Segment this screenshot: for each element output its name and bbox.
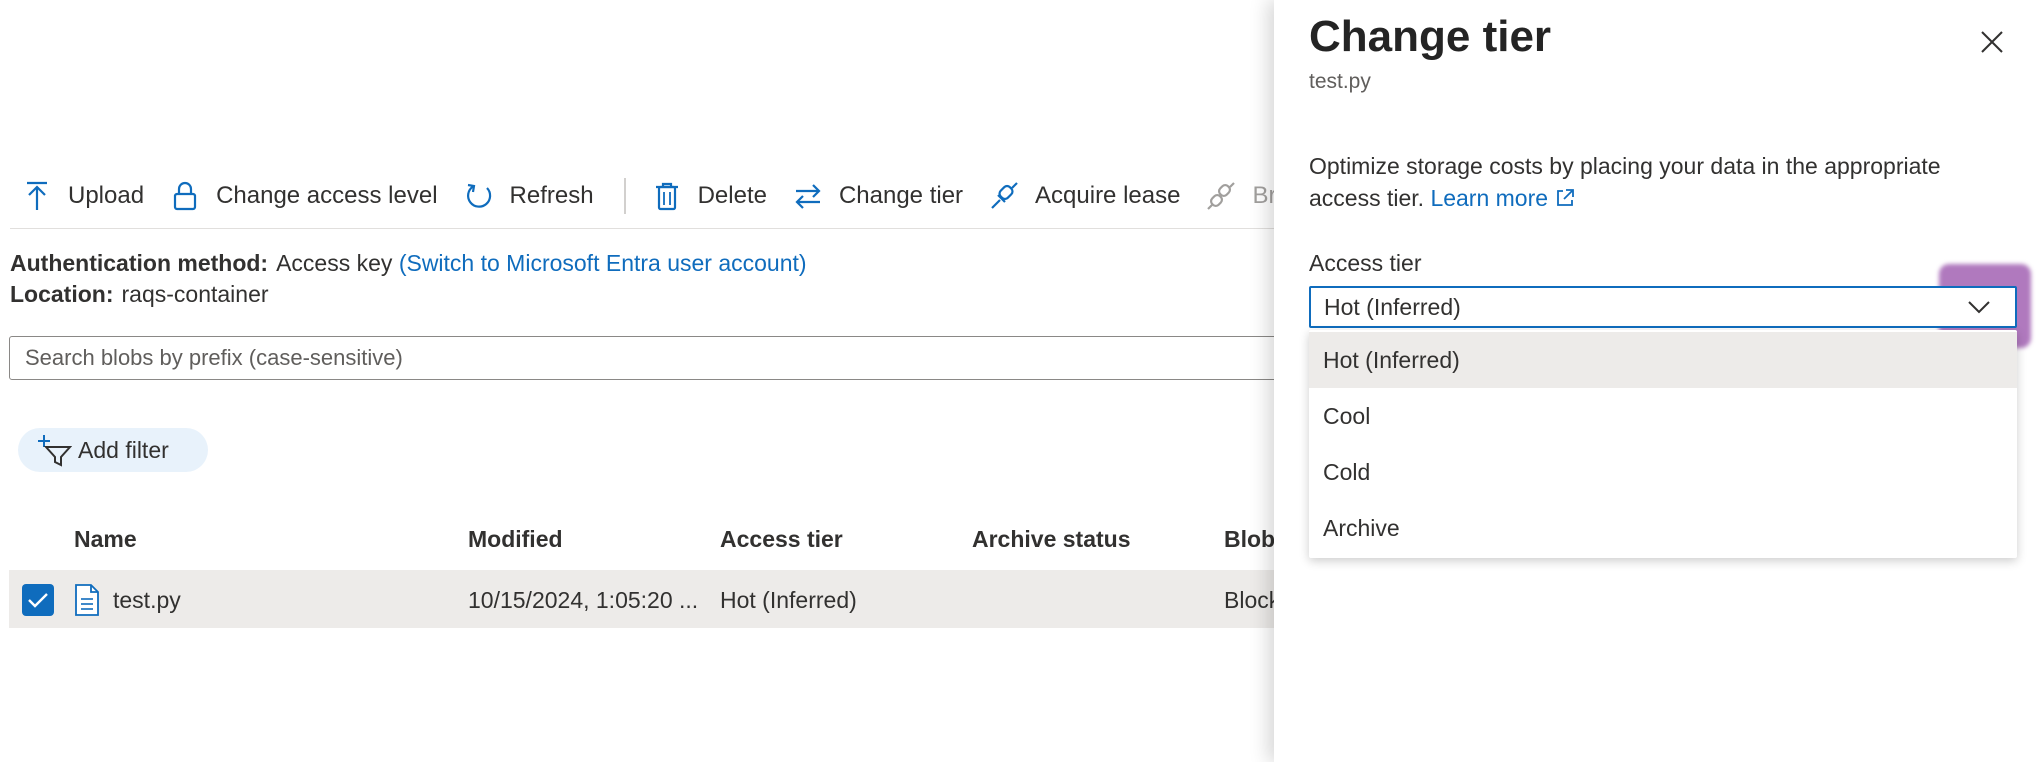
change-tier-label: Change tier [838, 182, 964, 209]
acquire-lease-button[interactable]: Acquire lease [977, 170, 1194, 222]
upload-icon [22, 181, 52, 211]
cell-name[interactable]: test.py [113, 587, 181, 614]
broken-link-icon [1206, 181, 1236, 211]
switch-auth-link[interactable]: (Switch to Microsoft Entra user account) [399, 250, 807, 276]
option-cold[interactable]: Cold [1309, 444, 2017, 500]
document-icon [74, 584, 100, 616]
upload-label: Upload [68, 182, 145, 209]
cell-blob-type: Block [1224, 587, 1274, 613]
column-header-access-tier[interactable]: Access tier [720, 526, 843, 553]
break-lease-button[interactable]: Break [1194, 170, 1274, 222]
change-access-level-button[interactable]: Change access level [158, 170, 451, 222]
close-button[interactable] [1974, 24, 2010, 60]
learn-more-label: Learn more [1430, 185, 1549, 211]
access-tier-selected-value: Hot (Inferred) [1324, 293, 1461, 320]
column-header-modified[interactable]: Modified [468, 526, 563, 553]
change-access-level-label: Change access level [216, 182, 438, 209]
change-tier-button[interactable]: Change tier [781, 170, 977, 222]
trash-icon [652, 181, 682, 211]
delete-button[interactable]: Delete [640, 170, 781, 222]
add-filter-label: Add filter [78, 436, 169, 463]
option-hot[interactable]: Hot (Inferred) [1309, 332, 2017, 388]
close-icon [1981, 31, 2003, 53]
search-placeholder: Search blobs by prefix (case-sensitive) [25, 345, 403, 370]
column-header-name[interactable]: Name [74, 526, 137, 553]
command-bar: Upload Change access level Refresh Delet… [10, 170, 1274, 222]
refresh-icon [464, 181, 494, 211]
add-filter-button[interactable]: Add filter [18, 428, 208, 472]
chevron-down-icon[interactable] [1964, 294, 1994, 320]
column-header-archive-status[interactable]: Archive status [972, 526, 1131, 553]
lock-icon [170, 181, 200, 211]
acquire-lease-label: Acquire lease [1035, 182, 1181, 209]
location-value: raqs-container [121, 281, 269, 307]
checkmark-icon [28, 593, 48, 608]
option-archive[interactable]: Archive [1309, 500, 2017, 556]
auth-method-label: Authentication method: [10, 250, 269, 276]
swap-arrows-icon [793, 181, 823, 211]
blob-list-view: Upload Change access level Refresh Delet… [0, 0, 1274, 762]
auth-method-value: Access key [276, 250, 393, 276]
panel-subtitle: test.py [1309, 70, 1371, 93]
search-input[interactable]: Search blobs by prefix (case-sensitive) [9, 336, 1274, 380]
description-text: Optimize storage costs by placing your d… [1309, 153, 1941, 211]
refresh-button[interactable]: Refresh [452, 170, 608, 222]
link-icon [989, 181, 1019, 211]
delete-label: Delete [697, 182, 767, 209]
upload-button[interactable]: Upload [10, 170, 158, 222]
cell-modified: 10/15/2024, 1:05:20 ... [468, 587, 699, 613]
external-link-icon [1557, 189, 1574, 206]
panel-title: Change tier [1309, 12, 1552, 61]
location-line: Location: raqs-container [10, 281, 269, 308]
location-label: Location: [10, 281, 114, 307]
break-lease-label: Break [1252, 182, 1274, 209]
refresh-label: Refresh [509, 182, 594, 209]
toolbar-divider [623, 178, 626, 214]
panel-description: Optimize storage costs by placing your d… [1309, 150, 1989, 214]
access-tier-label: Access tier [1309, 250, 1422, 276]
access-tier-dropdown[interactable]: Hot (Inferred) [1309, 286, 2017, 328]
auth-method-line: Authentication method: Access key (Switch… [10, 250, 807, 277]
row-checkbox[interactable] [22, 584, 54, 616]
column-header-blob-type[interactable]: Blob [1224, 526, 1274, 553]
toolbar-divider-line [10, 228, 1274, 229]
access-tier-options-list: Hot (Inferred) Cool Cold Archive [1309, 330, 2017, 558]
cell-access-tier: Hot (Inferred) [720, 587, 857, 613]
option-cool[interactable]: Cool [1309, 388, 2017, 444]
change-tier-panel: Change tier test.py Optimize storage cos… [1274, 0, 2044, 762]
filter-add-icon [36, 433, 73, 467]
learn-more-link[interactable]: Learn more [1430, 182, 1576, 214]
